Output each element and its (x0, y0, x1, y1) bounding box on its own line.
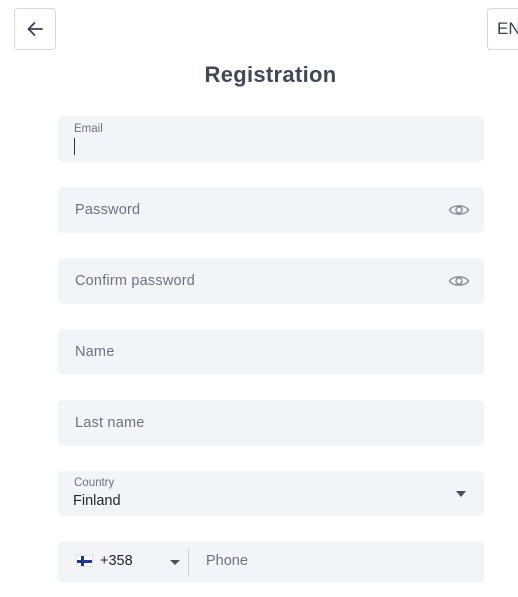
confirm-password-field[interactable]: Confirm password (58, 258, 484, 304)
email-label: Email (74, 123, 103, 135)
eye-icon[interactable] (448, 271, 470, 291)
back-button[interactable] (14, 8, 56, 50)
text-cursor (74, 138, 75, 155)
country-select[interactable]: Country Finland (58, 471, 484, 516)
last-name-placeholder: Last name (75, 415, 145, 431)
page-title: Registration (204, 62, 337, 87)
phone-placeholder: Phone (206, 553, 248, 569)
arrow-left-icon (27, 22, 43, 36)
dial-code: +358 (100, 553, 133, 569)
divider (188, 549, 189, 576)
last-name-field[interactable]: Last name (58, 400, 484, 446)
chevron-down-icon (170, 560, 180, 565)
chevron-down-icon (456, 491, 466, 497)
password-placeholder: Password (75, 202, 141, 218)
eye-icon[interactable] (448, 200, 470, 220)
name-field[interactable]: Name (58, 329, 484, 375)
email-field[interactable]: Email (58, 116, 484, 162)
country-label: Country (74, 477, 115, 489)
password-field[interactable]: Password (58, 187, 484, 233)
confirm-password-placeholder: Confirm password (75, 273, 196, 289)
language-label: EN (497, 19, 518, 38)
finland-flag-icon (76, 555, 93, 567)
country-value: Finland (73, 493, 121, 509)
name-placeholder: Name (75, 344, 115, 360)
language-selector[interactable]: EN (487, 8, 518, 50)
phone-field[interactable]: +358 Phone (58, 541, 484, 583)
